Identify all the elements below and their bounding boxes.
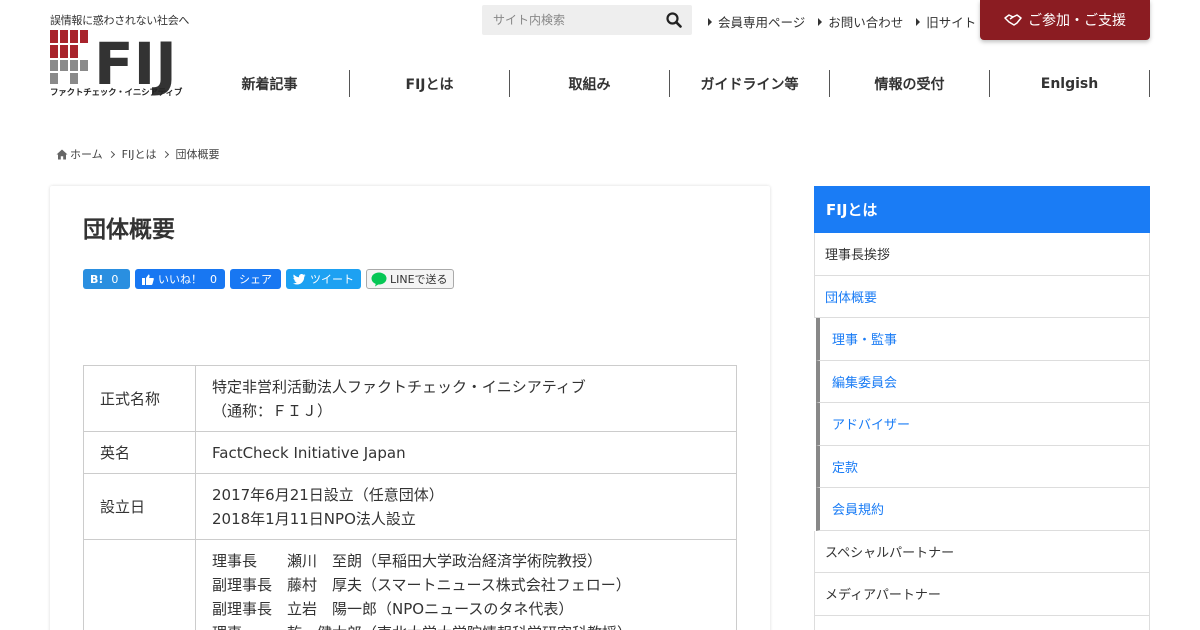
sidebar-item-more[interactable] — [814, 615, 1150, 630]
table-row: 正式名称 特定非営利活動法人ファクトチェック・イニシアティブ （通称：ＦＩＪ） — [83, 365, 737, 432]
nav-item-guidelines[interactable]: ガイドライン等 — [670, 70, 830, 97]
contact-link-label: お問い合わせ — [828, 15, 904, 30]
breadcrumb: ホーム FIJとは 団体概要 — [56, 146, 220, 162]
nav-item-news[interactable]: 新着記事 — [190, 70, 350, 97]
line-share-label: LINEで送る — [390, 273, 448, 286]
table-value-cell: FactCheck Initiative Japan — [195, 431, 737, 474]
tweet-button[interactable]: ツイート — [286, 269, 361, 289]
nav-item-english[interactable]: Enlgish — [990, 70, 1150, 97]
table-value-cell: 特定非営利活動法人ファクトチェック・イニシアティブ （通称：ＦＩＪ） — [195, 365, 737, 432]
facebook-like-count: 0 — [210, 272, 217, 286]
sidebar-item-directors[interactable]: 理事・監事 — [816, 318, 1150, 361]
twitter-bird-icon — [293, 273, 306, 284]
global-nav: 新着記事 FIJとは 取組み ガイドライン等 情報の受付 Enlgish — [190, 70, 1150, 97]
nav-item-submissions[interactable]: 情報の受付 — [830, 70, 990, 97]
facebook-like-label: いいね！ — [158, 273, 202, 286]
search-icon[interactable] — [666, 12, 682, 28]
table-value-line: FactCheck Initiative Japan — [212, 444, 406, 462]
hatena-bookmark-button[interactable]: B! 0 — [83, 269, 130, 289]
table-row: 理事長 瀬川 至朗（早稲田大学政治経済学術院教授） 副理事長 藤村 厚夫（スマー… — [83, 539, 737, 630]
tweet-label: ツイート — [310, 273, 354, 286]
chevron-right-icon — [161, 150, 169, 158]
sidebar-title: FIJとは — [814, 186, 1150, 233]
line-share-button[interactable]: LINEで送る — [366, 269, 454, 289]
table-value-line: 2018年1月11日NPO法人設立 — [212, 510, 416, 528]
organization-info-table: 正式名称 特定非営利活動法人ファクトチェック・イニシアティブ （通称：ＦＩＪ） … — [83, 365, 737, 630]
old-site-link-label: 旧サイト — [926, 15, 977, 30]
sidebar-item-advisors[interactable]: アドバイザー — [816, 403, 1150, 446]
table-value-line: 副理事長 立岩 陽一郎（NPOニュースのタネ代表） — [212, 600, 574, 618]
contact-link[interactable]: お問い合わせ — [818, 12, 903, 31]
breadcrumb-home[interactable]: ホーム — [56, 146, 103, 162]
caret-right-icon — [708, 17, 712, 26]
facebook-share-button[interactable]: シェア — [230, 269, 281, 289]
sidebar: FIJとは 理事長挨拶 団体概要 理事・監事 編集委員会 アドバイザー 定款 会… — [814, 186, 1150, 630]
logo-subtitle: ファクトチェック・イニシアティブ — [50, 88, 183, 98]
table-value-line: 理事 乾 健太郎（東北大学大学院情報科学研究科教授） — [212, 621, 720, 630]
breadcrumb-home-label: ホーム — [70, 148, 103, 161]
facebook-like-button[interactable]: いいね！ 0 — [135, 269, 225, 289]
site-search — [482, 5, 692, 35]
table-row: 設立日 2017年6月21日設立（任意団体） 2018年1月11日NPO法人設立 — [83, 473, 737, 540]
nav-item-about[interactable]: FIJとは — [350, 70, 510, 97]
breadcrumb-current: 団体概要 — [175, 148, 220, 161]
old-site-link[interactable]: 旧サイト — [916, 12, 976, 31]
sidebar-item-editorial-committee[interactable]: 編集委員会 — [816, 360, 1150, 403]
table-value-line: （通称：ＦＩＪ） — [212, 402, 333, 420]
hatena-icon: B! — [90, 272, 104, 286]
caret-right-icon — [916, 17, 921, 26]
table-header-cell: 英名 — [83, 431, 196, 474]
table-value-cell: 2017年6月21日設立（任意団体） 2018年1月11日NPO法人設立 — [195, 473, 737, 540]
handshake-icon — [1004, 14, 1022, 26]
table-value-cell: 理事長 瀬川 至朗（早稲田大学政治経済学術院教授） 副理事長 藤村 厚夫（スマー… — [195, 539, 737, 630]
table-row: 英名 FactCheck Initiative Japan — [83, 431, 737, 474]
home-icon — [56, 149, 68, 159]
members-link-label: 会員専用ページ — [718, 15, 806, 30]
hatena-count: 0 — [111, 272, 119, 286]
share-buttons: B! 0 いいね！ 0 シェア ツイート LINEで送る — [83, 269, 454, 289]
sidebar-item-media-partners[interactable]: メディアパートナー — [814, 573, 1150, 616]
thumbs-up-icon — [142, 274, 154, 285]
table-value-line: 2017年6月21日設立（任意団体） — [212, 486, 444, 504]
caret-right-icon — [818, 17, 823, 26]
chevron-right-icon — [107, 150, 115, 158]
logo-mark — [50, 30, 88, 84]
sidebar-item-chairman-greeting[interactable]: 理事長挨拶 — [814, 233, 1150, 276]
join-support-label: ご参加・ご支援 — [1028, 13, 1126, 29]
sidebar-item-articles[interactable]: 定款 — [816, 445, 1150, 488]
table-header-cell — [83, 539, 196, 630]
search-input[interactable] — [482, 5, 652, 35]
breadcrumb-about[interactable]: FIJとは — [122, 146, 157, 162]
sidebar-item-overview[interactable]: 団体概要 — [814, 275, 1150, 318]
table-header-cell: 設立日 — [83, 473, 196, 540]
members-link[interactable]: 会員専用ページ — [708, 12, 805, 31]
nav-divider — [349, 70, 350, 97]
line-icon — [371, 272, 387, 286]
sidebar-item-special-partners[interactable]: スペシャルパートナー — [814, 530, 1150, 573]
site-tagline: 誤情報に惑わされない社会へ — [50, 14, 190, 27]
join-support-button[interactable]: ご参加・ご支援 — [980, 0, 1150, 40]
table-value-line: 特定非営利活動法人ファクトチェック・イニシアティブ — [212, 378, 586, 396]
table-value-line: 理事長 瀬川 至朗（早稲田大学政治経済学術院教授） — [212, 552, 603, 570]
page-title: 団体概要 — [83, 217, 175, 243]
table-header-cell: 正式名称 — [83, 365, 196, 432]
utility-links: 会員専用ページ お問い合わせ 旧サイト — [708, 12, 989, 31]
table-value-line: 副理事長 藤村 厚夫（スマートニュース株式会社フェロー） — [212, 576, 631, 594]
nav-item-activities[interactable]: 取組み — [510, 70, 670, 97]
sidebar-item-member-rules[interactable]: 会員規約 — [816, 488, 1150, 531]
